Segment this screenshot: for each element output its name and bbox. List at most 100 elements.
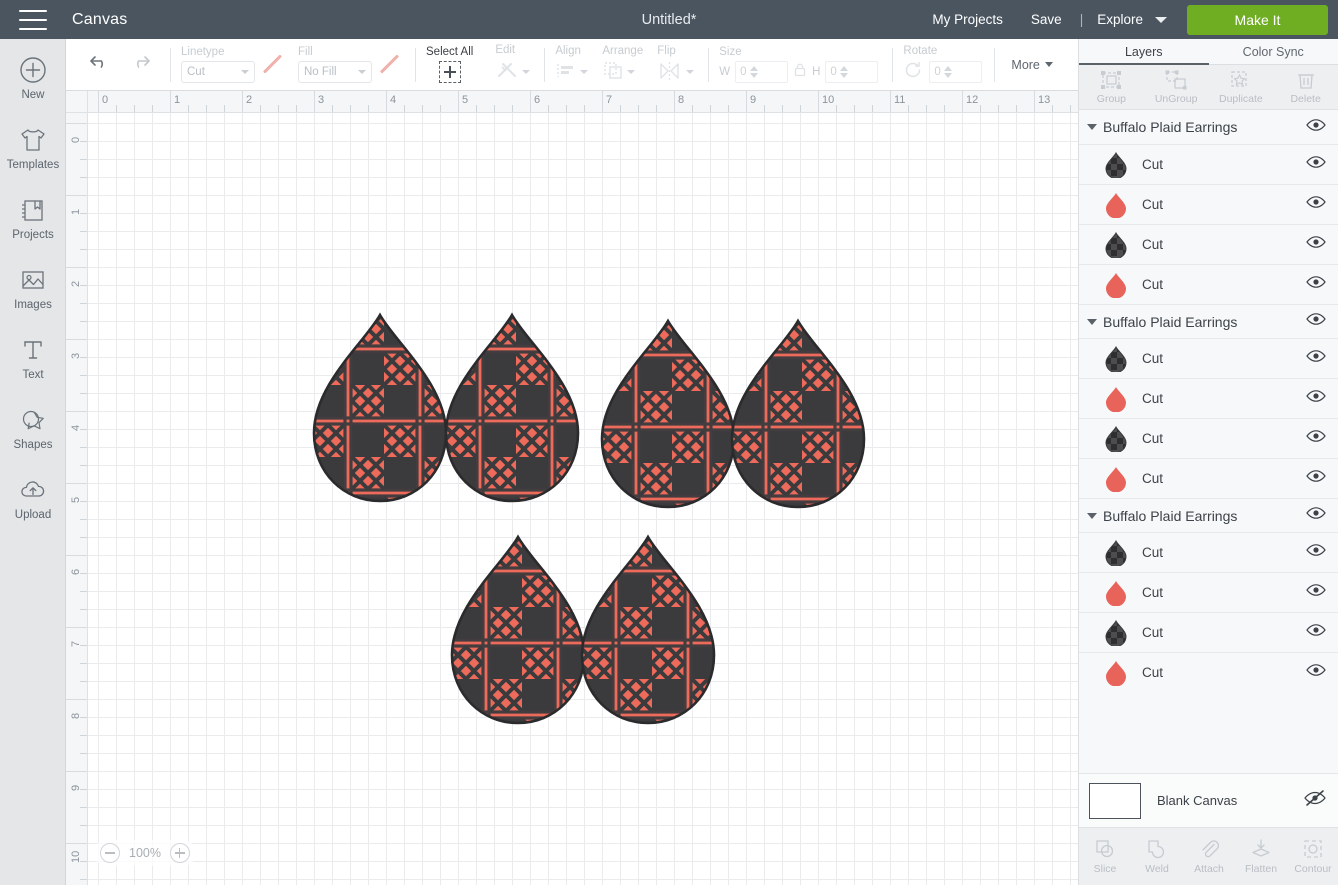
explore-selector[interactable]: Explore xyxy=(1097,12,1167,27)
eye-icon[interactable] xyxy=(1306,506,1326,525)
tab-color-sync[interactable]: Color Sync xyxy=(1208,39,1338,65)
flip-group: Flip xyxy=(657,41,695,89)
flatten-button[interactable]: Flatten xyxy=(1235,828,1287,885)
arrange-icon[interactable] xyxy=(602,60,624,85)
sidebar-item-templates[interactable]: Templates xyxy=(0,123,66,193)
height-label: H xyxy=(812,66,821,78)
hamburger-menu-icon[interactable] xyxy=(19,9,47,30)
sidebar-item-projects[interactable]: Projects xyxy=(0,193,66,263)
eye-icon[interactable] xyxy=(1306,275,1326,294)
ungroup-button[interactable]: UnGroup xyxy=(1144,65,1209,109)
layer-group-row[interactable]: Buffalo Plaid Earrings xyxy=(1079,110,1338,144)
layer-row[interactable]: Cut xyxy=(1079,224,1338,264)
sidebar-item-new[interactable]: New xyxy=(0,53,66,123)
rotate-icon[interactable] xyxy=(903,60,923,85)
ruler-label: 4 xyxy=(70,424,82,431)
height-stepper[interactable] xyxy=(839,66,848,78)
save-button[interactable]: Save xyxy=(1031,12,1062,27)
weld-button[interactable]: Weld xyxy=(1131,828,1183,885)
eye-slash-icon[interactable] xyxy=(1303,789,1327,812)
ruler-tick xyxy=(1016,105,1017,112)
sidebar-item-images[interactable]: Images xyxy=(0,263,66,333)
blank-canvas-row[interactable]: Blank Canvas xyxy=(1079,773,1338,827)
layers-list[interactable]: Buffalo Plaid Earrings Cut Cut Cut Cut B… xyxy=(1079,110,1338,808)
layer-row[interactable]: Cut xyxy=(1079,378,1338,418)
eye-icon[interactable] xyxy=(1306,195,1326,214)
ruler-tick xyxy=(80,177,87,178)
ruler-tick xyxy=(80,357,87,358)
sidebar-item-upload[interactable]: Upload xyxy=(0,473,66,543)
eye-icon[interactable] xyxy=(1306,155,1326,174)
top-bar-actions: My Projects Save | Explore Make It xyxy=(918,4,1338,35)
layer-group-row[interactable]: Buffalo Plaid Earrings xyxy=(1079,498,1338,532)
rotate-input[interactable]: 0 xyxy=(929,61,983,83)
eye-icon[interactable] xyxy=(1306,469,1326,488)
layer-name: Cut xyxy=(1142,237,1164,252)
delete-button[interactable]: Delete xyxy=(1273,65,1338,109)
ruler-tick xyxy=(80,789,87,790)
ruler-tick xyxy=(66,555,87,556)
height-input[interactable]: 0 xyxy=(825,61,879,83)
layer-row[interactable]: Cut xyxy=(1079,264,1338,304)
lock-icon[interactable] xyxy=(792,61,808,84)
ruler-tick xyxy=(152,105,153,112)
sidebar-item-text[interactable]: Text xyxy=(0,333,66,403)
ruler-tick xyxy=(368,105,369,112)
collapse-triangle-icon[interactable] xyxy=(1087,512,1097,519)
sidebar-item-shapes[interactable]: Shapes xyxy=(0,403,66,473)
undo-redo-group xyxy=(66,52,160,77)
more-button[interactable]: More xyxy=(1011,58,1053,72)
eye-icon[interactable] xyxy=(1306,663,1326,682)
eye-icon[interactable] xyxy=(1306,235,1326,254)
layer-row[interactable]: Cut xyxy=(1079,184,1338,224)
zoom-in-icon[interactable] xyxy=(169,843,190,863)
eye-icon[interactable] xyxy=(1306,118,1326,137)
eye-icon[interactable] xyxy=(1306,349,1326,368)
design-canvas[interactable]: 0 1 2 3 4 5 6 7 8 9 10 11 12 13 0 1 2 3 4 5 6 7 8 9 10 100% xyxy=(66,91,1078,885)
layer-row[interactable]: Cut xyxy=(1079,572,1338,612)
eye-icon[interactable] xyxy=(1306,623,1326,642)
flip-icon[interactable] xyxy=(657,60,683,85)
edit-scissors-icon[interactable] xyxy=(495,59,519,86)
tab-layers[interactable]: Layers xyxy=(1079,39,1209,65)
eye-icon[interactable] xyxy=(1306,429,1326,448)
ruler-tick xyxy=(170,91,171,112)
undo-icon[interactable] xyxy=(88,52,112,77)
layer-group-row[interactable]: Buffalo Plaid Earrings xyxy=(1079,304,1338,338)
select-all-icon[interactable] xyxy=(438,61,461,83)
eye-icon[interactable] xyxy=(1306,543,1326,562)
arrange-label: Arrange xyxy=(602,44,644,57)
attach-paperclip-icon[interactable]: Attach xyxy=(1183,828,1235,885)
fill-select[interactable]: No Fill xyxy=(298,61,372,83)
collapse-triangle-icon[interactable] xyxy=(1087,124,1097,130)
group-button[interactable]: Group xyxy=(1079,65,1144,109)
fill-value: No Fill xyxy=(304,66,337,78)
redo-icon[interactable] xyxy=(128,52,152,77)
zoom-out-icon[interactable] xyxy=(100,843,120,863)
contour-button[interactable]: Contour xyxy=(1287,828,1338,885)
layer-row[interactable]: Cut xyxy=(1079,338,1338,378)
layer-row[interactable]: Cut xyxy=(1079,418,1338,458)
make-it-button[interactable]: Make It xyxy=(1187,4,1328,35)
eye-icon[interactable] xyxy=(1306,312,1326,331)
layer-row[interactable]: Cut xyxy=(1079,532,1338,572)
linetype-color-swatch[interactable] xyxy=(262,61,284,83)
width-stepper[interactable] xyxy=(749,66,758,78)
fill-color-swatch[interactable] xyxy=(379,61,401,83)
layer-row[interactable]: Cut xyxy=(1079,144,1338,184)
linetype-select[interactable]: Cut xyxy=(181,61,255,83)
align-icon[interactable] xyxy=(555,60,577,85)
slice-button[interactable]: Slice xyxy=(1079,828,1131,885)
my-projects-link[interactable]: My Projects xyxy=(932,12,1003,27)
layer-row[interactable]: Cut xyxy=(1079,612,1338,652)
duplicate-button[interactable]: Duplicate xyxy=(1209,65,1274,109)
collapse-triangle-icon[interactable] xyxy=(1087,318,1097,325)
fill-label: Fill xyxy=(298,46,313,58)
width-input[interactable]: 0 xyxy=(735,61,789,83)
eye-icon[interactable] xyxy=(1306,389,1326,408)
star-shapes-icon xyxy=(19,403,47,437)
layer-row[interactable]: Cut xyxy=(1079,652,1338,692)
layer-row[interactable]: Cut xyxy=(1079,458,1338,498)
eye-icon[interactable] xyxy=(1306,583,1326,602)
rotate-stepper[interactable] xyxy=(943,66,952,78)
